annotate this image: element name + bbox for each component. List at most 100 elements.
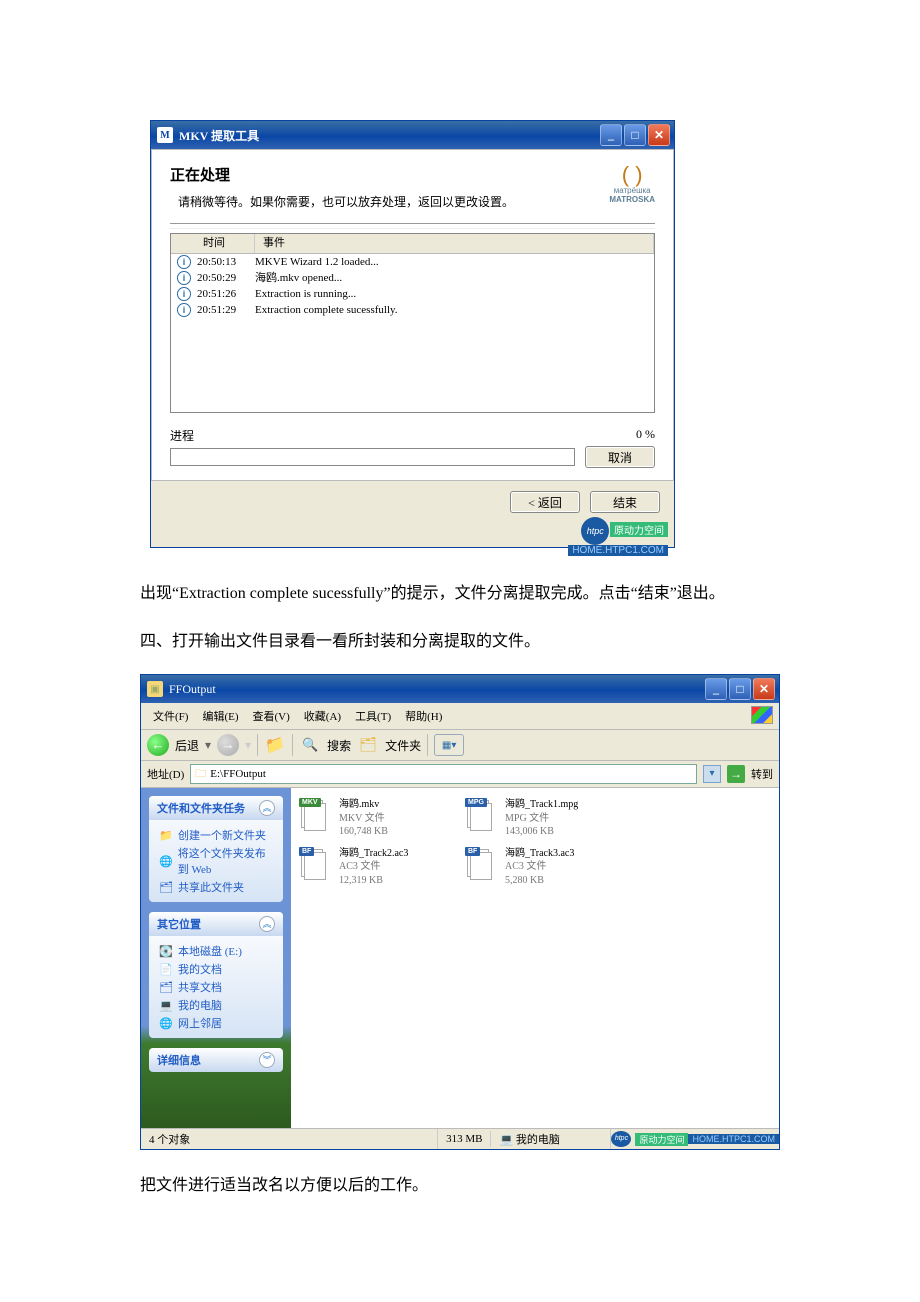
log-time: 20:50:13 [197,255,255,270]
file-list: MKV 海鸥.mkvMKV 文件160,748 KB MPG 海鸥_Track1.mp… [291,788,779,1128]
back-button[interactable]: < 返回 [510,491,580,513]
address-bar: 地址(D) 🗀 E:\FFOutput ▾ → 转到 [141,761,779,788]
expand-icon[interactable]: ︾ [259,1052,275,1068]
collapse-icon[interactable]: ︽ [259,916,275,932]
col-time[interactable]: 时间 [195,234,255,253]
explorer-window: ▣ FFOutput _ □ ✕ 文件(F)编辑(E)查看(V)收藏(A)工具(… [140,674,780,1150]
place-link[interactable]: 💻我的电脑 [159,996,273,1014]
back-icon[interactable]: ← [147,734,169,756]
log-time: 20:51:26 [197,287,255,302]
views-button[interactable]: ▦▾ [434,734,464,756]
file-icon: BF [301,847,333,881]
go-label[interactable]: 转到 [751,766,773,782]
log-row: i20:51:26Extraction is running... [171,286,654,302]
file-item[interactable]: MPG海鸥_Track1.mpgMPG 文件143,006 KB [467,798,607,839]
maximize-button[interactable]: □ [729,678,751,700]
place-link[interactable]: 💽本地磁盘 (E:) [159,942,273,960]
address-label: 地址(D) [147,766,184,782]
toolbar: ← 后退 ▾ → ▾ 📁 🔍 搜索 🗂 文件夹 ▦▾ [141,730,779,761]
place-link[interactable]: 📄我的文档 [159,960,273,978]
file-item[interactable]: MKV 海鸥.mkvMKV 文件160,748 KB [301,798,441,839]
status-size: 313 MB [438,1131,491,1147]
watermark-top: 原动力空间 [610,522,668,537]
body-text-1: 出现“Extraction complete sucessfully”的提示，文… [140,578,780,610]
mkv-extract-window: M MKV 提取工具 _ □ ✕ 正在处理 请稍微等待。如果你需要，也可以放弃处… [150,120,675,548]
address-dropdown[interactable]: ▾ [703,765,721,783]
log-time: 20:51:29 [197,303,255,318]
page-subtext: 请稍微等待。如果你需要，也可以放弃处理，返回以更改设置。 [178,193,591,211]
up-icon[interactable]: 📁 [262,732,287,757]
progress-bar [170,448,575,466]
event-log: 时间 事件 i20:50:13MKVE Wizard 1.2 loaded...… [170,233,655,413]
page-heading: 正在处理 [170,164,591,185]
progress-percent: 0 % [636,427,655,444]
folder-icon: ▣ [147,681,163,697]
titlebar[interactable]: ▣ FFOutput _ □ ✕ [141,675,779,703]
file-name: 海鸥_Track3.ac3 [505,847,574,861]
panel-header[interactable]: 其它位置 ︽ [149,912,283,936]
log-time: 20:50:29 [197,271,255,286]
panel-header[interactable]: 详细信息 ︾ [149,1048,283,1072]
panel-header[interactable]: 文件和文件夹任务 ︽ [149,796,283,820]
file-name: 海鸥_Track2.ac3 [339,847,408,861]
folders-label[interactable]: 文件夹 [385,737,421,754]
file-icon: MKV [301,798,333,832]
watermark-bottom: HOME.HTPC1.COM [568,545,668,556]
windows-flag-icon [751,706,773,724]
watermark-top: 原动力空间 [635,1133,688,1146]
task-link[interactable]: 🌐将这个文件夹发布到 Web [159,844,273,878]
close-button[interactable]: ✕ [648,124,670,146]
place-link[interactable]: 🌐网上邻居 [159,1014,273,1032]
status-count: 4 个对象 [141,1129,438,1149]
menu-item[interactable]: 编辑(E) [196,706,244,726]
file-icon: MPG [467,798,499,832]
log-row: i20:51:29Extraction complete sucessfully… [171,302,654,318]
cancel-button[interactable]: 取消 [585,446,655,468]
folders-icon[interactable]: 🗂 [357,734,379,756]
file-size: 5,280 KB [505,874,574,888]
file-type: MKV 文件 [339,812,388,826]
menu-item[interactable]: 文件(F) [147,706,194,726]
go-icon[interactable]: → [727,765,745,783]
file-size: 160,748 KB [339,825,388,839]
task-link[interactable]: 📁创建一个新文件夹 [159,826,273,844]
log-row: i20:50:29海鸥.mkv opened... [171,270,654,286]
col-event[interactable]: 事件 [255,234,654,253]
close-button[interactable]: ✕ [753,678,775,700]
forward-icon[interactable]: → [217,734,239,756]
panel-details: 详细信息 ︾ [149,1048,283,1072]
menu-item[interactable]: 收藏(A) [298,706,347,726]
log-event: Extraction is running... [255,287,650,302]
file-type: AC3 文件 [339,860,408,874]
back-label[interactable]: 后退 [175,737,199,754]
finish-button[interactable]: 结束 [590,491,660,513]
panel-other-places: 其它位置 ︽ 💽本地磁盘 (E:)📄我的文档🗂共享文档💻我的电脑🌐网上邻居 [149,912,283,1038]
progress-label: 进程 [170,427,636,444]
menu-item[interactable]: 工具(T) [349,706,397,726]
file-item[interactable]: BF海鸥_Track2.ac3AC3 文件12,319 KB [301,847,441,888]
search-label[interactable]: 搜索 [327,737,351,754]
collapse-icon[interactable]: ︽ [259,800,275,816]
titlebar[interactable]: M MKV 提取工具 _ □ ✕ [151,121,674,149]
file-type: MPG 文件 [505,812,578,826]
file-name: 海鸥_Track1.mpg [505,798,578,812]
file-item[interactable]: BF 海鸥_Track3.ac3AC3 文件5,280 KB [467,847,607,888]
place-link[interactable]: 🗂共享文档 [159,978,273,996]
file-type: AC3 文件 [505,860,574,874]
matroska-logo: ( ) матрёшка MATROSKA [609,164,655,223]
task-link[interactable]: 🗂共享此文件夹 [159,878,273,896]
info-icon: i [177,303,191,317]
file-icon: BF [467,847,499,881]
maximize-button[interactable]: □ [624,124,646,146]
window-title: MKV 提取工具 [179,127,259,144]
info-icon: i [177,255,191,269]
address-input[interactable]: 🗀 E:\FFOutput [190,764,697,784]
minimize-button[interactable]: _ [600,124,622,146]
minimize-button[interactable]: _ [705,678,727,700]
file-name: 海鸥.mkv [339,798,388,812]
folder-icon: 🗀 [195,765,206,784]
menu-item[interactable]: 帮助(H) [399,706,448,726]
search-icon[interactable]: 🔍 [299,734,321,756]
menu-item[interactable]: 查看(V) [247,706,296,726]
body-text-2: 四、打开输出文件目录看一看所封装和分离提取的文件。 [140,626,780,658]
